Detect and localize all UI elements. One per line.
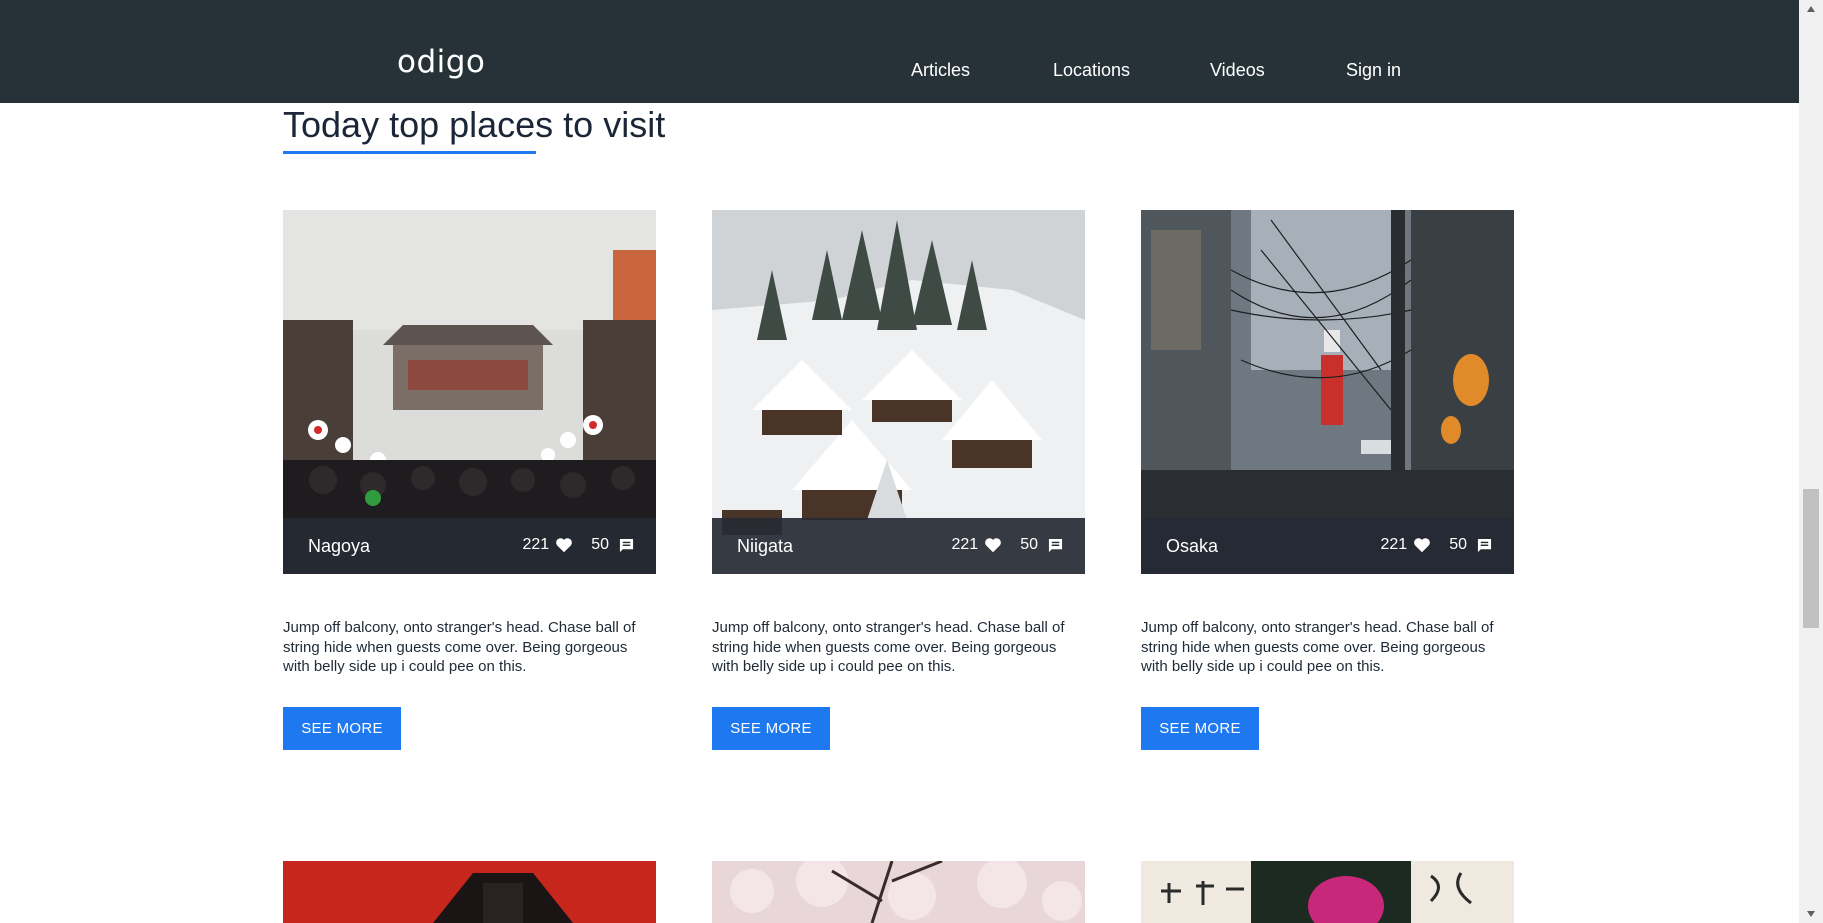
card-image-signboard[interactable] <box>1141 861 1514 923</box>
card-stats: 221 50 <box>523 536 635 554</box>
signboard-image <box>1141 861 1514 923</box>
card-image-niigata[interactable]: Niigata 221 50 <box>712 210 1085 574</box>
likes-count: 221 <box>951 536 979 553</box>
card-overlay: Osaka 221 50 <box>1141 518 1514 574</box>
place-card-nagoya: Nagoya 221 50 Jump off balcony, onto str… <box>283 210 656 750</box>
comment-icon[interactable] <box>619 538 634 553</box>
likes-count: 221 <box>1380 536 1408 553</box>
card-city: Osaka <box>1166 536 1219 556</box>
nav-locations[interactable]: Locations <box>1053 60 1130 81</box>
card-city: Nagoya <box>308 536 371 556</box>
comments-count: 50 <box>591 536 609 553</box>
card-city: Niigata <box>737 536 794 556</box>
red-lantern-image <box>283 861 656 923</box>
card-overlay: Nagoya 221 50 <box>283 518 656 574</box>
card-description: Jump off balcony, onto stranger's head. … <box>1141 619 1494 675</box>
card-description: Jump off balcony, onto stranger's head. … <box>283 619 636 675</box>
card-stats: 221 50 <box>952 536 1064 554</box>
see-more-button[interactable]: SEE MORE <box>283 707 401 750</box>
card-image-osaka[interactable]: Osaka 221 50 <box>1141 210 1514 574</box>
heart-icon[interactable] <box>984 537 1002 553</box>
card-stats: 221 50 <box>1381 536 1493 554</box>
comments-count: 50 <box>1449 536 1467 553</box>
page-title: Today top places to visit <box>283 104 666 145</box>
scroll-up-icon[interactable] <box>1807 6 1815 12</box>
nav-videos[interactable]: Videos <box>1210 60 1265 81</box>
vertical-scrollbar[interactable] <box>1799 0 1823 923</box>
logo[interactable]: odigo <box>397 44 485 80</box>
comment-icon[interactable] <box>1477 538 1492 553</box>
site-header: odigo Articles Locations Videos Sign in <box>0 0 1799 103</box>
card-description: Jump off balcony, onto stranger's head. … <box>712 619 1065 675</box>
nav-articles[interactable]: Articles <box>911 60 970 81</box>
card-image-lantern[interactable] <box>283 861 656 923</box>
comments-count: 50 <box>1020 536 1038 553</box>
place-card-niigata: Niigata 221 50 Jump off balcony, onto st… <box>712 210 1085 750</box>
comment-icon[interactable] <box>1048 538 1063 553</box>
cherry-blossom-image <box>712 861 1085 923</box>
place-card-osaka: Osaka 221 50 Jump off balcony, onto stra… <box>1141 210 1514 750</box>
heart-icon[interactable] <box>1413 537 1431 553</box>
card-image-blossom[interactable] <box>712 861 1085 923</box>
heart-icon[interactable] <box>555 537 573 553</box>
see-more-button[interactable]: SEE MORE <box>712 707 830 750</box>
see-more-button[interactable]: SEE MORE <box>1141 707 1259 750</box>
card-overlay: Niigata 221 50 <box>712 518 1085 574</box>
scroll-thumb[interactable] <box>1803 489 1819 628</box>
scroll-down-icon[interactable] <box>1807 911 1815 917</box>
title-underline <box>283 151 536 154</box>
likes-count: 221 <box>522 536 550 553</box>
nav-sign-in[interactable]: Sign in <box>1346 60 1401 81</box>
card-image-nagoya[interactable]: Nagoya 221 50 <box>283 210 656 574</box>
